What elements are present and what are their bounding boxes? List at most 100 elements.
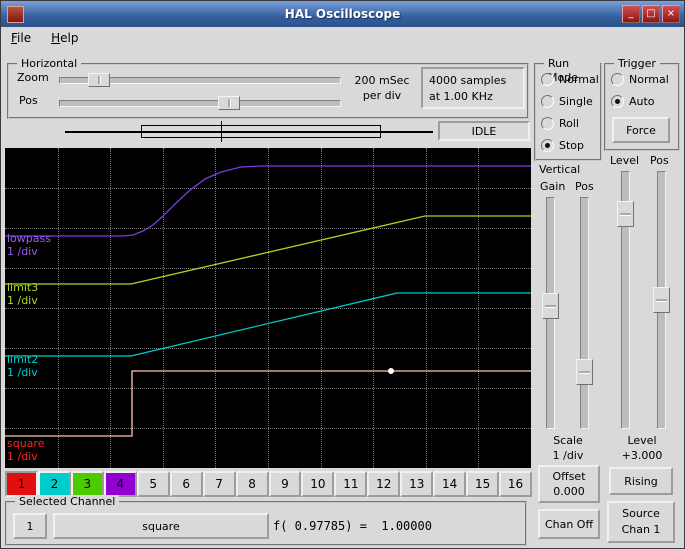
gain-slider-handle[interactable] xyxy=(542,293,559,319)
menu-help[interactable]: Help xyxy=(51,31,78,45)
run-mode-options: Normal Single Roll Stop xyxy=(536,68,600,156)
minimize-glyph: _ xyxy=(628,8,634,19)
trace-label-limit3: limit3 1 /div xyxy=(7,281,39,307)
channel-button-10[interactable]: 10 xyxy=(301,471,335,497)
vertical-pos-label: Pos xyxy=(575,180,594,193)
channel-button-16[interactable]: 16 xyxy=(499,471,532,497)
trigger-source-button[interactable]: Source Chan 1 xyxy=(607,501,675,543)
trigger-mode-option-normal[interactable]: Normal xyxy=(606,68,678,90)
vertical-pos-slider[interactable] xyxy=(580,197,589,429)
trigger-level-readout-title: Level xyxy=(627,434,657,447)
zoom-label: Zoom xyxy=(17,71,49,84)
maximize-icon[interactable]: □ xyxy=(642,5,660,23)
status-text: IDLE xyxy=(471,124,497,138)
zoom-slider[interactable] xyxy=(59,73,341,87)
window-menu-icon[interactable] xyxy=(7,6,24,23)
status-box: IDLE xyxy=(438,121,530,141)
offset-label: Offset xyxy=(552,470,586,483)
scale-value: 1 /div xyxy=(552,449,584,462)
scope-display[interactable]: lowpass 1 /div limit3 1 /div limit2 1 /div squ… xyxy=(5,148,531,468)
sample-rate: at 1.00 KHz xyxy=(429,90,493,103)
run-mode-option-label: Roll xyxy=(559,116,579,130)
scope-trace-labels: lowpass 1 /div limit3 1 /div limit2 1 /div squ… xyxy=(5,148,531,468)
trigger-edge-button[interactable]: Rising xyxy=(609,467,673,495)
sample-value-readout: f( 0.97785) = 1.00000 xyxy=(273,519,432,533)
offset-button[interactable]: Offset 0.000 xyxy=(538,465,600,503)
radio-icon xyxy=(541,116,554,130)
horizontal-title: Horizontal xyxy=(17,57,82,71)
horizontal-pos-slider[interactable] xyxy=(59,96,341,110)
radio-icon xyxy=(541,72,554,86)
trigger-options: Normal Auto xyxy=(606,68,678,112)
channel-button-8[interactable]: 8 xyxy=(235,471,269,497)
radio-icon xyxy=(611,72,624,86)
sample-info-box: 4000 samples at 1.00 KHz xyxy=(421,67,525,109)
selected-channel-number-button[interactable]: 1 xyxy=(13,513,47,539)
horizontal-pos-slider-handle[interactable] xyxy=(218,96,240,110)
scale-title: Scale xyxy=(553,434,583,447)
minimize-icon[interactable]: _ xyxy=(622,5,640,23)
channel-button-15[interactable]: 15 xyxy=(466,471,500,497)
trigger-level-label: Level xyxy=(610,154,640,167)
channel-button-11[interactable]: 11 xyxy=(334,471,368,497)
channel-button-9[interactable]: 9 xyxy=(268,471,302,497)
run-mode-option-single[interactable]: Single xyxy=(536,90,600,112)
radio-icon xyxy=(541,138,554,152)
trace-label-lowpass: lowpass 1 /div xyxy=(7,232,51,258)
selected-channel-panel: Selected Channel 1 square f( 0.97785) = … xyxy=(5,495,527,546)
app-window: HAL Oscilloscope _ □ × File Help Horizont… xyxy=(0,0,685,549)
radio-icon xyxy=(611,94,624,108)
channel-buttons-row: 1 2 3 4 5 6 7 8 9 10 11 12 13 14 15 16 xyxy=(5,471,532,497)
channel-button-2[interactable]: 2 xyxy=(37,471,71,497)
run-mode-option-roll[interactable]: Roll xyxy=(536,112,600,134)
channel-button-3[interactable]: 3 xyxy=(70,471,104,497)
trigger-level-readout-value: +3.000 xyxy=(621,449,663,462)
channel-button-1[interactable]: 1 xyxy=(5,471,38,497)
menu-bar: File Help xyxy=(1,27,684,49)
channel-button-14[interactable]: 14 xyxy=(433,471,467,497)
horizontal-panel: Horizontal Zoom Pos 200 mSec per div 400… xyxy=(7,57,529,119)
trigger-mode-option-label: Auto xyxy=(629,94,655,108)
trigger-level-slider-handle[interactable] xyxy=(617,201,634,227)
offset-value: 0.000 xyxy=(553,485,585,498)
record-trigger-marker xyxy=(221,121,222,142)
run-mode-option-label: Single xyxy=(559,94,593,108)
chan-off-button[interactable]: Chan Off xyxy=(538,509,600,539)
run-mode-option-stop[interactable]: Stop xyxy=(536,134,600,156)
radio-icon xyxy=(541,94,554,108)
close-glyph: × xyxy=(666,8,676,19)
channel-button-6[interactable]: 6 xyxy=(169,471,203,497)
trigger-pos-slider-handle[interactable] xyxy=(653,287,670,313)
time-per-div-unit: per div xyxy=(362,89,402,102)
run-mode-option-label: Normal xyxy=(559,72,599,86)
channel-button-7[interactable]: 7 xyxy=(202,471,236,497)
channel-button-13[interactable]: 13 xyxy=(400,471,434,497)
vertical-title: Vertical xyxy=(539,163,581,176)
zoom-slider-handle[interactable] xyxy=(88,73,110,87)
run-mode-option-normal[interactable]: Normal xyxy=(536,68,600,90)
horizontal-pos-label: Pos xyxy=(19,94,38,107)
trace-label-square: square 1 /div xyxy=(7,437,45,463)
sample-count: 4000 samples xyxy=(429,74,507,87)
force-button[interactable]: Force xyxy=(612,117,670,143)
window-controls: _ □ × xyxy=(622,5,680,23)
vertical-pos-slider-handle[interactable] xyxy=(576,359,593,385)
run-mode-panel: Run Mode Normal Single Roll Stop xyxy=(534,57,602,161)
trigger-source-value: Chan 1 xyxy=(621,523,661,536)
window-title: HAL Oscilloscope xyxy=(284,7,401,21)
channel-button-5[interactable]: 5 xyxy=(136,471,170,497)
selected-channel-source-button[interactable]: square xyxy=(53,513,269,539)
record-view-window[interactable] xyxy=(141,125,381,138)
channel-button-12[interactable]: 12 xyxy=(367,471,401,497)
close-icon[interactable]: × xyxy=(662,5,680,23)
selected-channel-title: Selected Channel xyxy=(15,495,120,509)
maximize-glyph: □ xyxy=(646,8,656,19)
menu-file[interactable]: File xyxy=(11,31,31,45)
trigger-mode-option-auto[interactable]: Auto xyxy=(606,90,678,112)
trigger-pos-label: Pos xyxy=(650,154,669,167)
trigger-level-readout: Level +3.000 xyxy=(604,433,680,463)
title-bar[interactable]: HAL Oscilloscope _ □ × xyxy=(1,1,684,27)
trigger-source-label: Source xyxy=(622,507,660,520)
run-mode-option-label: Stop xyxy=(559,138,585,152)
channel-button-4[interactable]: 4 xyxy=(103,471,137,497)
